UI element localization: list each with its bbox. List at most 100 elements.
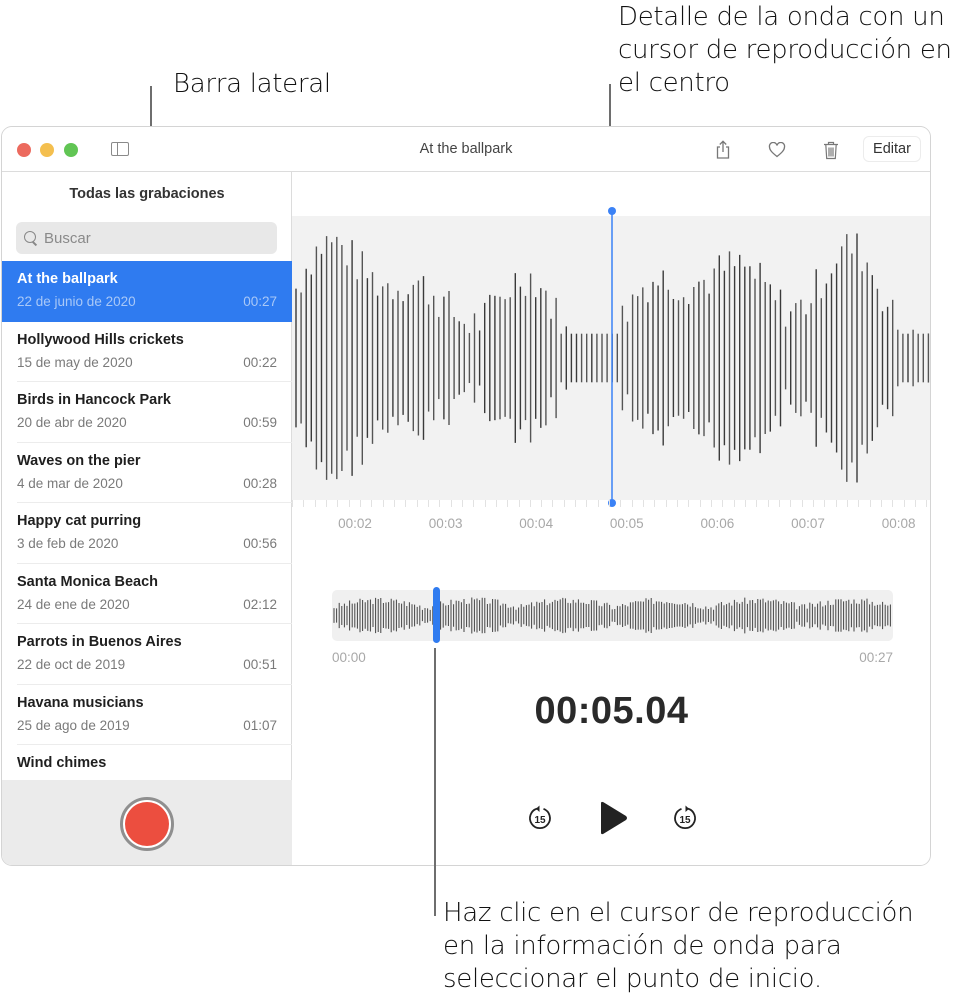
svg-text:15: 15 (534, 815, 546, 826)
ruler-tick (869, 500, 871, 507)
detail-playhead[interactable] (605, 206, 619, 508)
zoom-window-button[interactable] (64, 143, 78, 157)
recording-item[interactable]: Happy cat purring 3 de feb de 2020 00:56 (2, 503, 292, 564)
heart-icon (768, 142, 786, 158)
sidebar-toggle-icon[interactable] (111, 142, 129, 156)
minimize-window-button[interactable] (40, 143, 54, 157)
ruler-tick (778, 500, 780, 507)
ruler-tick (665, 500, 667, 507)
share-icon (716, 140, 730, 159)
search-input[interactable] (44, 229, 264, 247)
recording-date: 3 de feb de 2020 (17, 536, 119, 551)
edit-button[interactable]: Editar (863, 136, 921, 162)
time-ruler: 00:02 00:03 00:04 00:05 00:06 00:07 00:08 (292, 500, 930, 540)
overview-playhead[interactable] (433, 587, 441, 643)
recording-item[interactable]: At the ballpark 22 de junio de 2020 00:27 (2, 261, 292, 322)
overview-end-time: 00:27 (859, 650, 893, 665)
ruler-label: 00:07 (791, 516, 825, 531)
ruler-tick (597, 500, 599, 507)
sidebar-header: Todas las grabaciones (69, 186, 225, 202)
share-button[interactable] (711, 138, 735, 162)
ruler-tick (371, 500, 373, 507)
ruler-tick (325, 500, 327, 507)
record-icon (125, 802, 169, 846)
ruler-tick (620, 500, 622, 507)
ruler-tick (575, 500, 577, 507)
ruler-label: 00:08 (881, 516, 916, 531)
ruler-tick (416, 500, 418, 507)
ruler-tick (303, 500, 305, 507)
ruler-tick (473, 500, 475, 507)
ruler-tick (529, 500, 531, 507)
favorite-button[interactable] (765, 138, 789, 162)
ruler-tick (631, 500, 633, 507)
recording-duration: 00:59 (243, 415, 277, 430)
play-button[interactable] (596, 799, 630, 837)
recording-item[interactable]: Santa Monica Beach 24 de ene de 2020 02:12 (2, 564, 292, 625)
overview-waveform[interactable] (332, 590, 893, 641)
close-window-button[interactable] (17, 143, 31, 157)
ruler-tick (812, 500, 814, 507)
callout-playhead: Haz clic en el cursor de reproducción en… (443, 897, 914, 996)
ruler-tick (858, 500, 860, 507)
ruler-tick (552, 500, 554, 507)
recording-date: 15 de may de 2020 (17, 354, 133, 370)
ruler-tick (654, 500, 656, 507)
recording-item[interactable]: Hollywood Hills crickets 15 de may de 202… (2, 322, 292, 383)
ruler-tick (563, 500, 565, 507)
current-time: 00:05.04 (534, 690, 689, 732)
ruler-tick (586, 500, 588, 507)
recording-title: Birds in Hancock Park (17, 392, 171, 408)
ruler-tick (756, 500, 758, 507)
recording-item[interactable]: Havana musicians 25 de ago de 2019 01:07 (2, 685, 292, 746)
ruler-tick (790, 500, 792, 507)
ruler-tick (382, 500, 384, 507)
recording-date: 22 de junio de 2020 (17, 294, 136, 309)
callout-playhead-line2: en la información de onda para (443, 931, 842, 961)
delete-button[interactable] (819, 138, 843, 162)
ruler-tick (914, 500, 916, 507)
ruler-tick (314, 500, 316, 507)
recording-title: Wind chimes (17, 755, 107, 771)
recording-title: Havana musicians (17, 694, 144, 711)
recording-item[interactable]: Waves on the pier 4 de mar de 2020 00:28 (2, 443, 292, 504)
callout-detail-line3: el centro (618, 68, 730, 98)
recording-item[interactable]: Birds in Hancock Park 20 de abr de 2020 00… (2, 382, 292, 443)
record-button[interactable] (120, 797, 174, 851)
ruler-tick (337, 500, 339, 507)
ruler-tick (767, 500, 769, 507)
ruler-tick (892, 500, 894, 507)
skip-back-button[interactable]: 15 (526, 804, 554, 832)
record-bar (2, 780, 292, 865)
recording-item[interactable]: Parrots in Buenos Aires 22 de oct de 2019… (2, 624, 292, 685)
recording-date: 25 de ago de 2019 (17, 717, 130, 733)
ruler-label: 00:06 (700, 516, 735, 531)
recording-date: 4 de mar de 2020 (17, 475, 123, 491)
search-field[interactable] (16, 222, 277, 254)
recording-title: Waves on the pier (17, 452, 141, 469)
recording-title: Santa Monica Beach (17, 573, 159, 590)
callout-detail-line2: cursor de reproducción en (618, 35, 952, 65)
recordings-list: At the ballpark 22 de junio de 2020 00:27 H… (2, 261, 292, 780)
ruler-tick (745, 500, 746, 507)
ruler-tick (507, 500, 509, 507)
recording-title: At the ballpark (17, 271, 118, 287)
window-title: At the ballpark (419, 141, 513, 157)
skip-back-15-icon: 15 (529, 805, 551, 830)
ruler-tick (495, 500, 497, 507)
ruler-tick (733, 500, 735, 507)
recording-title: Hollywood Hills crickets (17, 331, 184, 348)
skip-forward-button[interactable]: 15 (671, 804, 699, 832)
recording-duration: 00:22 (243, 354, 277, 370)
ruler-tick (450, 500, 452, 507)
ruler-tick (677, 500, 679, 507)
recording-title: Parrots in Buenos Aires (17, 634, 182, 650)
ruler-tick (359, 500, 361, 507)
play-icon (601, 801, 627, 835)
recording-date: 24 de ene de 2020 (17, 596, 130, 612)
trash-icon (824, 141, 838, 159)
callout-playhead-line3: seleccionar el punto de inicio. (443, 964, 822, 994)
recording-item[interactable]: Wind chimes (2, 745, 292, 780)
ruler-tick (609, 500, 611, 507)
ruler-label: 00:05 (609, 516, 644, 531)
